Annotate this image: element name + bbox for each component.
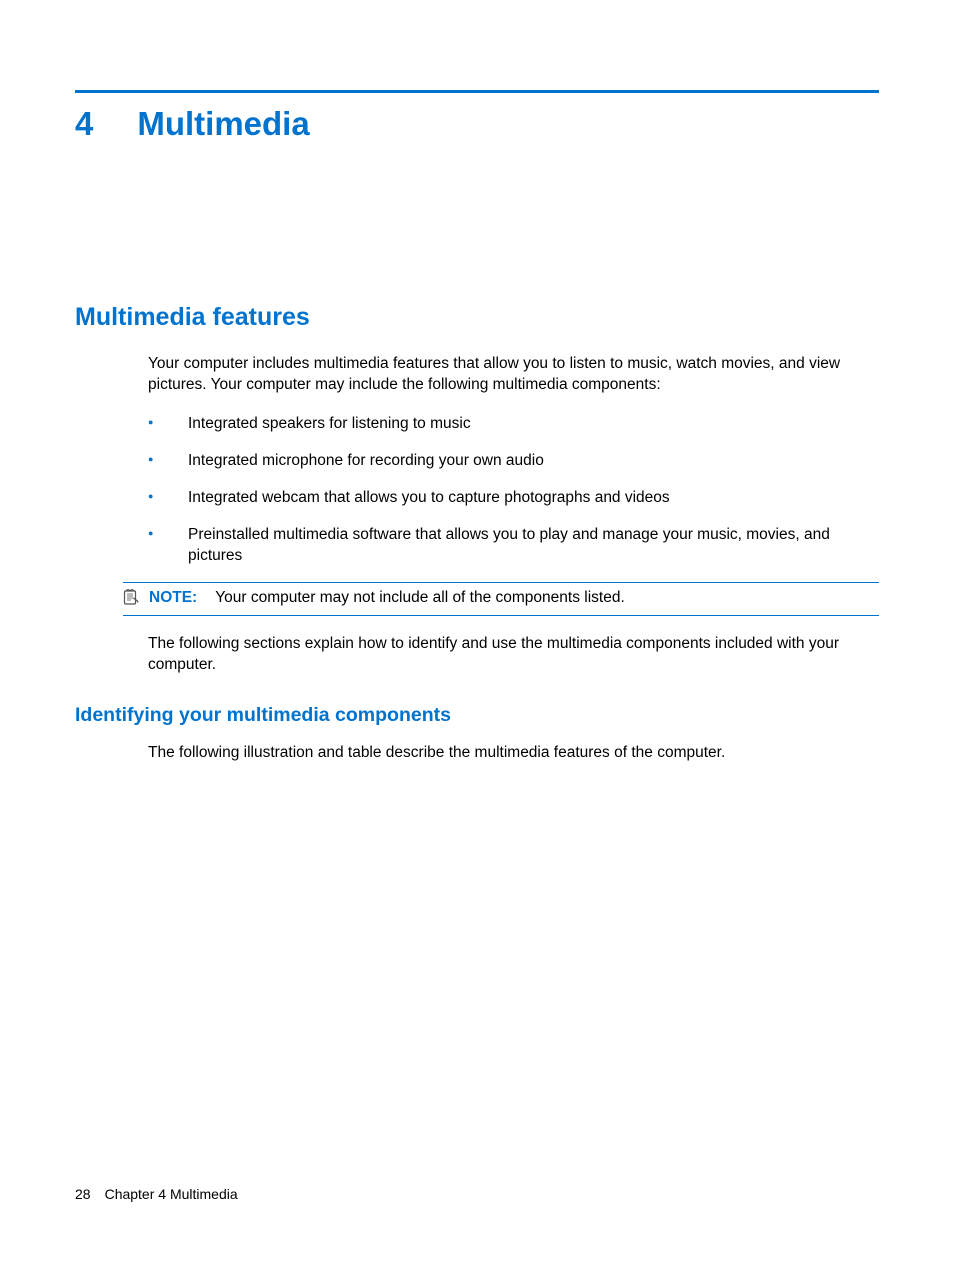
note-box: NOTE: Your computer may not include all … bbox=[123, 582, 879, 616]
list-item: Integrated speakers for listening to mus… bbox=[148, 414, 879, 435]
chapter-rule bbox=[75, 90, 879, 93]
note-text: Your computer may not include all of the… bbox=[215, 588, 625, 609]
section-intro: Your computer includes multimedia featur… bbox=[148, 354, 879, 396]
note-icon bbox=[123, 589, 143, 610]
chapter-heading: 4 Multimedia bbox=[75, 105, 879, 143]
chapter-number: 4 bbox=[75, 105, 93, 143]
section-heading: Multimedia features bbox=[75, 303, 879, 332]
bullet-list: Integrated speakers for listening to mus… bbox=[148, 414, 879, 567]
document-page: 4 Multimedia Multimedia features Your com… bbox=[0, 0, 954, 1270]
subsection-heading: Identifying your multimedia components bbox=[75, 704, 879, 727]
list-item: Integrated webcam that allows you to cap… bbox=[148, 488, 879, 509]
list-item: Preinstalled multimedia software that al… bbox=[148, 525, 879, 567]
footer-page-number: 28 bbox=[75, 1186, 91, 1202]
chapter-title: Multimedia bbox=[137, 105, 309, 142]
note-label: NOTE: bbox=[149, 589, 197, 607]
subsection-text: The following illustration and table des… bbox=[148, 743, 879, 764]
section-after-note: The following sections explain how to id… bbox=[148, 634, 879, 676]
page-footer: 28 Chapter 4 Multimedia bbox=[75, 1186, 238, 1202]
list-item: Integrated microphone for recording your… bbox=[148, 451, 879, 472]
footer-chapter-label: Chapter 4 Multimedia bbox=[105, 1186, 238, 1202]
